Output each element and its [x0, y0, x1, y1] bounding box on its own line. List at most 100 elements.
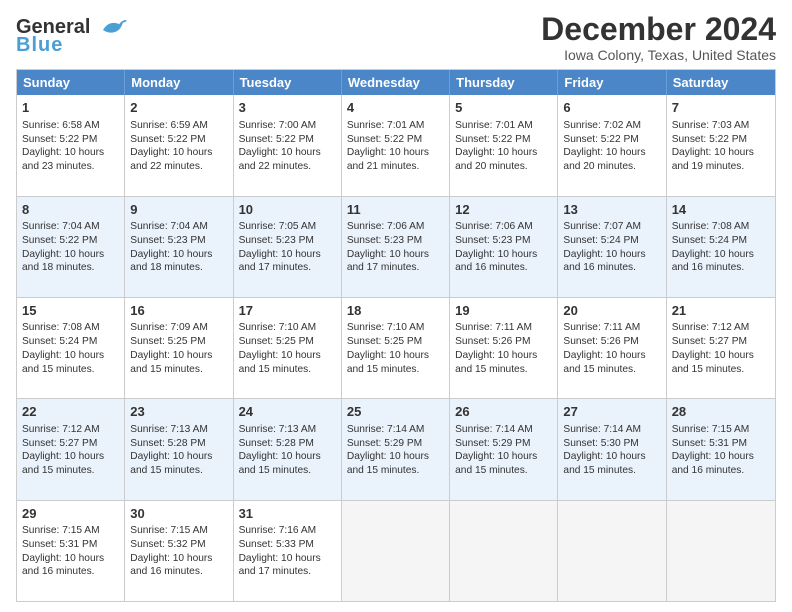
day-info-line: Sunset: 5:22 PM	[22, 133, 119, 147]
day-info-line: Sunrise: 7:06 AM	[347, 220, 444, 234]
day-info-line: Sunrise: 7:13 AM	[239, 423, 336, 437]
day-number: 16	[130, 302, 227, 320]
calendar-cell: 28Sunrise: 7:15 AMSunset: 5:31 PMDayligh…	[667, 399, 775, 499]
day-info-line: and 16 minutes.	[130, 565, 227, 579]
calendar-cell: 22Sunrise: 7:12 AMSunset: 5:27 PMDayligh…	[17, 399, 125, 499]
day-info-line: and 15 minutes.	[130, 363, 227, 377]
day-number: 12	[455, 201, 552, 219]
calendar-cell: 25Sunrise: 7:14 AMSunset: 5:29 PMDayligh…	[342, 399, 450, 499]
day-info-line: Sunrise: 7:15 AM	[22, 524, 119, 538]
day-number: 25	[347, 403, 444, 421]
day-info-line: and 22 minutes.	[239, 160, 336, 174]
logo: General Blue	[16, 16, 127, 57]
day-info-line: Sunrise: 7:12 AM	[672, 321, 770, 335]
day-info-line: and 16 minutes.	[22, 565, 119, 579]
day-info-line: and 15 minutes.	[563, 464, 660, 478]
calendar-cell: 23Sunrise: 7:13 AMSunset: 5:28 PMDayligh…	[125, 399, 233, 499]
day-number: 18	[347, 302, 444, 320]
day-info-line: Sunset: 5:31 PM	[22, 538, 119, 552]
day-info-line: Daylight: 10 hours	[130, 450, 227, 464]
calendar-week-2: 8Sunrise: 7:04 AMSunset: 5:22 PMDaylight…	[17, 197, 775, 298]
day-info-line: Daylight: 10 hours	[239, 349, 336, 363]
day-info-line: Daylight: 10 hours	[22, 552, 119, 566]
day-info-line: Sunrise: 6:59 AM	[130, 119, 227, 133]
day-info-line: Daylight: 10 hours	[455, 349, 552, 363]
day-info-line: Sunset: 5:32 PM	[130, 538, 227, 552]
day-number: 21	[672, 302, 770, 320]
day-number: 2	[130, 99, 227, 117]
calendar-body: 1Sunrise: 6:58 AMSunset: 5:22 PMDaylight…	[17, 95, 775, 601]
day-info-line: Sunrise: 7:12 AM	[22, 423, 119, 437]
day-info-line: and 15 minutes.	[22, 363, 119, 377]
day-info-line: Sunset: 5:25 PM	[347, 335, 444, 349]
day-info-line: Daylight: 10 hours	[347, 248, 444, 262]
calendar-week-4: 22Sunrise: 7:12 AMSunset: 5:27 PMDayligh…	[17, 399, 775, 500]
day-info-line: and 15 minutes.	[22, 464, 119, 478]
day-info-line: Sunrise: 7:14 AM	[563, 423, 660, 437]
calendar-cell	[558, 501, 666, 601]
day-info-line: Daylight: 10 hours	[455, 248, 552, 262]
day-info-line: Sunrise: 7:14 AM	[347, 423, 444, 437]
day-number: 1	[22, 99, 119, 117]
day-info-line: and 15 minutes.	[455, 464, 552, 478]
day-info-line: Sunset: 5:23 PM	[130, 234, 227, 248]
day-info-line: Sunset: 5:28 PM	[130, 437, 227, 451]
day-info-line: and 16 minutes.	[672, 261, 770, 275]
day-info-line: Sunrise: 7:00 AM	[239, 119, 336, 133]
day-info-line: Sunrise: 7:15 AM	[672, 423, 770, 437]
day-info-line: and 15 minutes.	[130, 464, 227, 478]
day-info-line: Sunrise: 7:11 AM	[455, 321, 552, 335]
day-info-line: Sunrise: 7:06 AM	[455, 220, 552, 234]
calendar-week-5: 29Sunrise: 7:15 AMSunset: 5:31 PMDayligh…	[17, 501, 775, 601]
day-number: 3	[239, 99, 336, 117]
day-info-line: and 15 minutes.	[563, 363, 660, 377]
calendar-cell	[342, 501, 450, 601]
calendar-cell: 2Sunrise: 6:59 AMSunset: 5:22 PMDaylight…	[125, 95, 233, 195]
day-number: 9	[130, 201, 227, 219]
day-info-line: and 15 minutes.	[672, 363, 770, 377]
day-info-line: Sunrise: 7:05 AM	[239, 220, 336, 234]
day-info-line: Daylight: 10 hours	[22, 349, 119, 363]
logo-bird-icon	[95, 16, 127, 38]
day-number: 29	[22, 505, 119, 523]
calendar-cell: 26Sunrise: 7:14 AMSunset: 5:29 PMDayligh…	[450, 399, 558, 499]
day-info-line: Sunset: 5:24 PM	[563, 234, 660, 248]
day-info-line: Daylight: 10 hours	[239, 450, 336, 464]
day-number: 10	[239, 201, 336, 219]
day-info-line: Sunrise: 7:09 AM	[130, 321, 227, 335]
day-info-line: and 20 minutes.	[455, 160, 552, 174]
day-number: 6	[563, 99, 660, 117]
day-info-line: Sunset: 5:22 PM	[455, 133, 552, 147]
day-info-line: Daylight: 10 hours	[672, 248, 770, 262]
calendar-cell: 31Sunrise: 7:16 AMSunset: 5:33 PMDayligh…	[234, 501, 342, 601]
page: General Blue December 2024 Iowa Colony, …	[0, 0, 792, 612]
day-number: 26	[455, 403, 552, 421]
calendar-week-1: 1Sunrise: 6:58 AMSunset: 5:22 PMDaylight…	[17, 95, 775, 196]
calendar-cell: 10Sunrise: 7:05 AMSunset: 5:23 PMDayligh…	[234, 197, 342, 297]
day-info-line: Sunset: 5:22 PM	[130, 133, 227, 147]
logo-blue-text: Blue	[16, 34, 63, 57]
day-number: 11	[347, 201, 444, 219]
day-info-line: Sunset: 5:33 PM	[239, 538, 336, 552]
calendar-cell: 24Sunrise: 7:13 AMSunset: 5:28 PMDayligh…	[234, 399, 342, 499]
day-info-line: Daylight: 10 hours	[347, 146, 444, 160]
day-info-line: Sunset: 5:27 PM	[672, 335, 770, 349]
day-info-line: and 16 minutes.	[455, 261, 552, 275]
day-info-line: Daylight: 10 hours	[239, 146, 336, 160]
day-info-line: Daylight: 10 hours	[672, 146, 770, 160]
weekday-header-monday: Monday	[125, 70, 233, 95]
calendar-cell: 16Sunrise: 7:09 AMSunset: 5:25 PMDayligh…	[125, 298, 233, 398]
day-info-line: Sunset: 5:22 PM	[22, 234, 119, 248]
calendar-cell: 5Sunrise: 7:01 AMSunset: 5:22 PMDaylight…	[450, 95, 558, 195]
day-info-line: Sunrise: 7:04 AM	[22, 220, 119, 234]
day-info-line: and 15 minutes.	[347, 464, 444, 478]
day-info-line: Sunset: 5:31 PM	[672, 437, 770, 451]
weekday-header-saturday: Saturday	[667, 70, 775, 95]
calendar-cell: 6Sunrise: 7:02 AMSunset: 5:22 PMDaylight…	[558, 95, 666, 195]
day-number: 4	[347, 99, 444, 117]
day-info-line: and 17 minutes.	[239, 261, 336, 275]
day-number: 5	[455, 99, 552, 117]
day-info-line: Daylight: 10 hours	[563, 248, 660, 262]
day-info-line: Sunrise: 7:08 AM	[22, 321, 119, 335]
calendar-cell: 21Sunrise: 7:12 AMSunset: 5:27 PMDayligh…	[667, 298, 775, 398]
